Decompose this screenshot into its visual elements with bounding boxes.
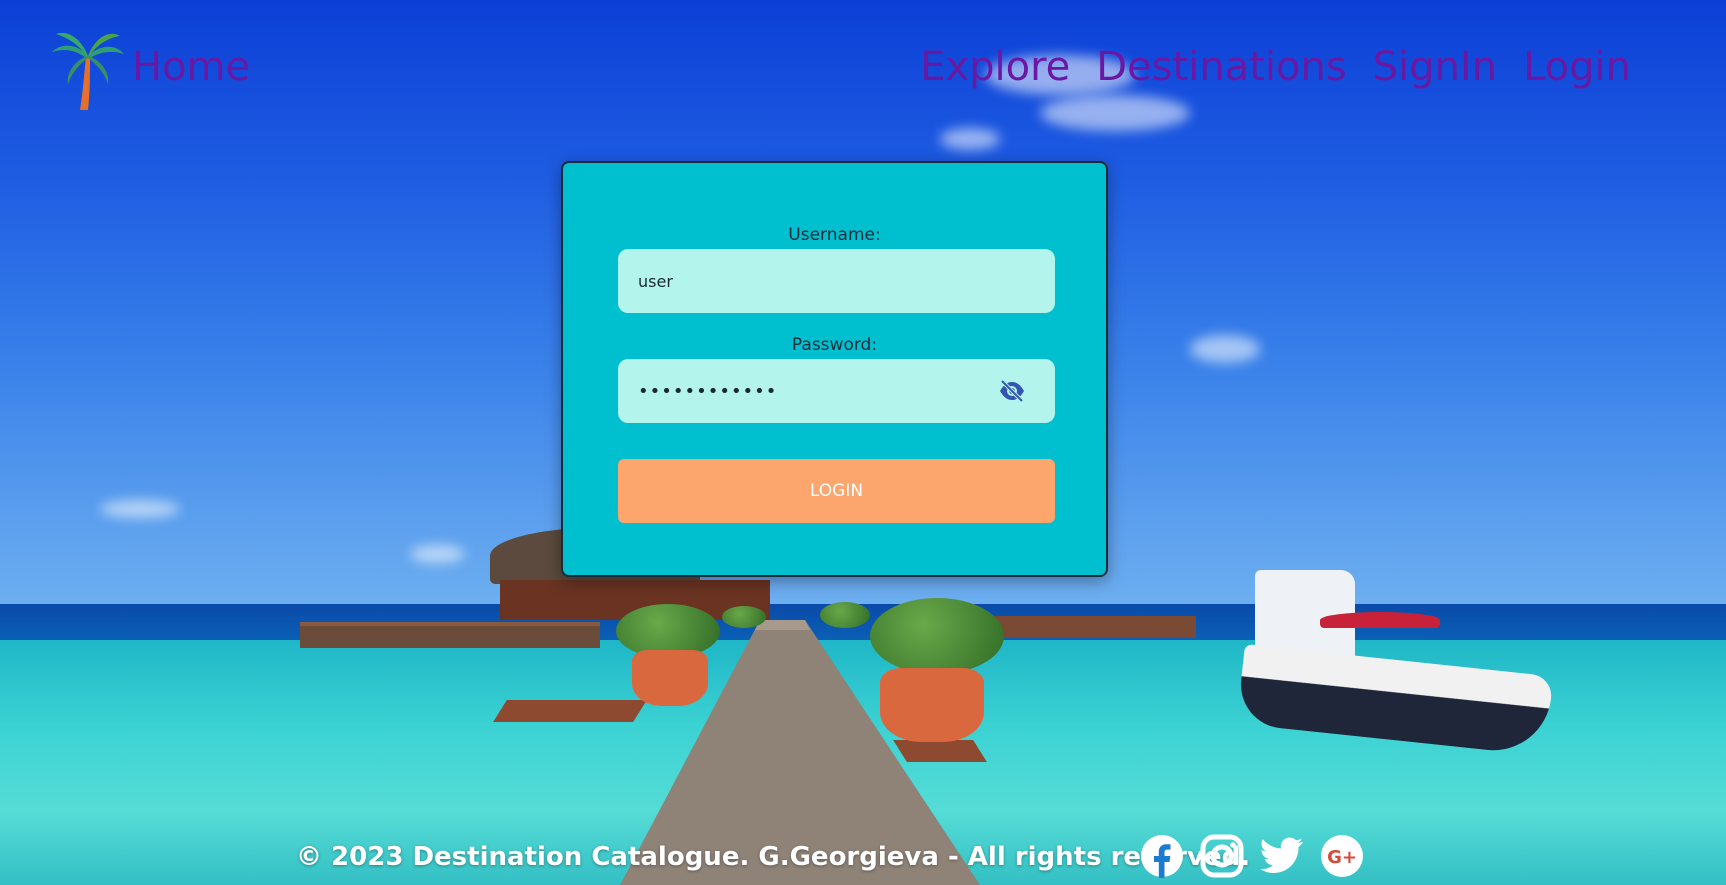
twitter-icon[interactable] — [1260, 834, 1304, 878]
cloud — [100, 500, 180, 518]
left-jetty — [300, 622, 600, 648]
boat-canopy — [1320, 612, 1440, 628]
username-input[interactable] — [618, 249, 1055, 313]
palm-tree-logo-icon[interactable] — [50, 30, 126, 112]
planter-bush — [870, 598, 1004, 674]
password-label: Password: — [791, 335, 878, 355]
facebook-icon[interactable] — [1140, 834, 1184, 878]
username-label: Username: — [788, 225, 881, 245]
copyright-text: © 2023 Destination Catalogue. G.Georgiev… — [296, 842, 1251, 872]
nav-destinations[interactable]: Destinations — [1096, 44, 1346, 90]
planter-pot — [632, 650, 708, 706]
planter-bush — [722, 606, 766, 628]
password-field-wrapper — [618, 359, 1055, 423]
header: Home Explore Destinations SignIn Login — [0, 0, 1726, 140]
login-card: Username: Password: LOGIN — [561, 161, 1108, 577]
password-input[interactable] — [618, 359, 1055, 423]
main-nav: Explore Destinations SignIn Login — [920, 44, 1631, 90]
nav-signin[interactable]: SignIn — [1373, 44, 1497, 90]
nav-explore[interactable]: Explore — [920, 44, 1070, 90]
instagram-icon[interactable] — [1200, 834, 1244, 878]
planter-bush — [820, 602, 870, 628]
home-link[interactable]: Home — [132, 44, 250, 90]
eye-slash-icon[interactable] — [999, 380, 1025, 402]
social-links: G+ — [1140, 834, 1364, 878]
cloud — [410, 545, 465, 563]
svg-text:G+: G+ — [1327, 847, 1357, 868]
login-button[interactable]: LOGIN — [618, 459, 1055, 523]
google-plus-icon[interactable]: G+ — [1320, 834, 1364, 878]
cloud — [1190, 335, 1260, 363]
nav-login[interactable]: Login — [1523, 44, 1631, 90]
planter-pot — [880, 668, 984, 742]
